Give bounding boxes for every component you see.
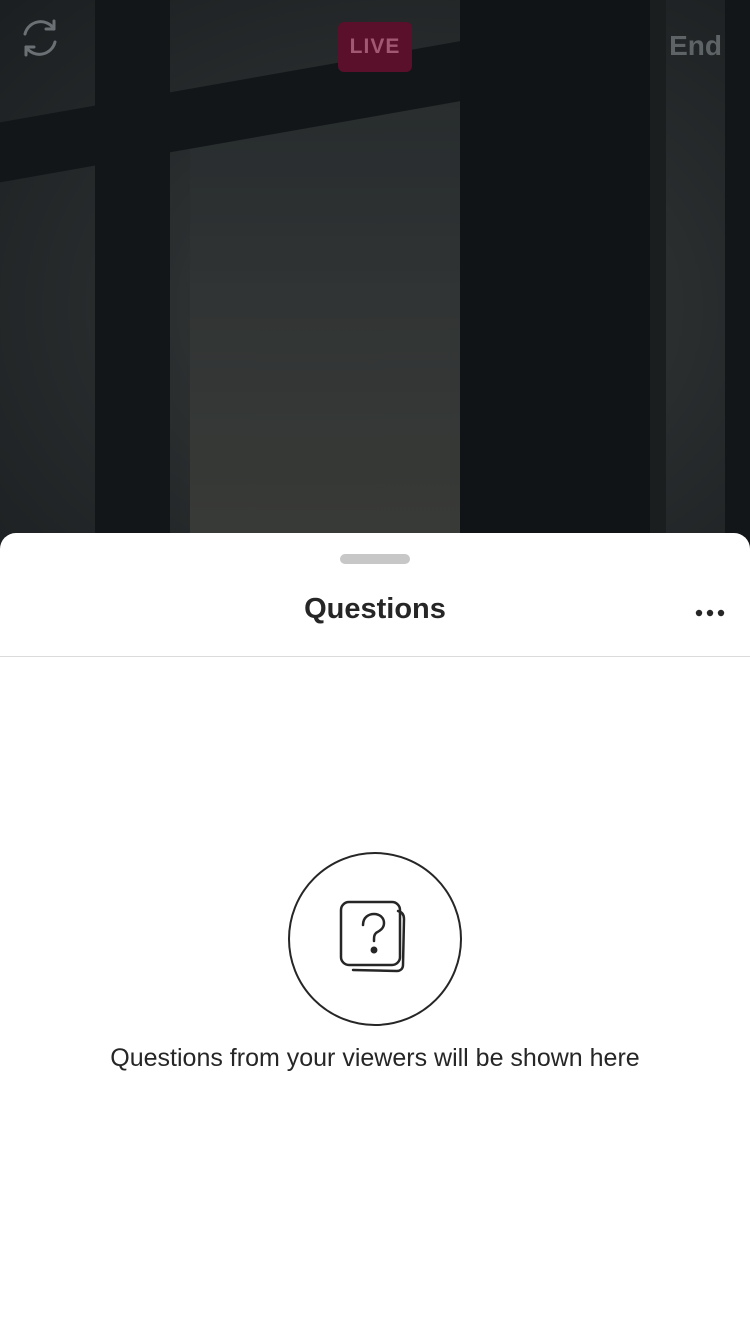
live-badge: LIVE (338, 22, 412, 72)
live-label: LIVE (349, 35, 401, 58)
header-divider (0, 656, 750, 657)
switch-camera-button[interactable] (14, 14, 66, 66)
more-horizontal-icon (695, 604, 725, 622)
questions-sheet: Questions Questions from your viewers wi… (0, 533, 750, 1333)
empty-state-icon-circle (288, 852, 462, 1026)
sheet-title: Questions (304, 593, 446, 625)
sheet-grabber[interactable] (340, 554, 410, 564)
camera-preview: LIVE End (0, 0, 750, 560)
empty-state-message: Questions from your viewers will be show… (110, 1044, 640, 1072)
switch-camera-icon (16, 14, 64, 67)
sheet-header: Questions (0, 573, 750, 656)
question-cards-icon (330, 892, 420, 987)
more-options-button[interactable] (692, 597, 728, 629)
live-broadcast-screen: LIVE End Questions Questions from your v… (0, 0, 750, 1333)
end-broadcast-button[interactable]: End (669, 30, 722, 62)
